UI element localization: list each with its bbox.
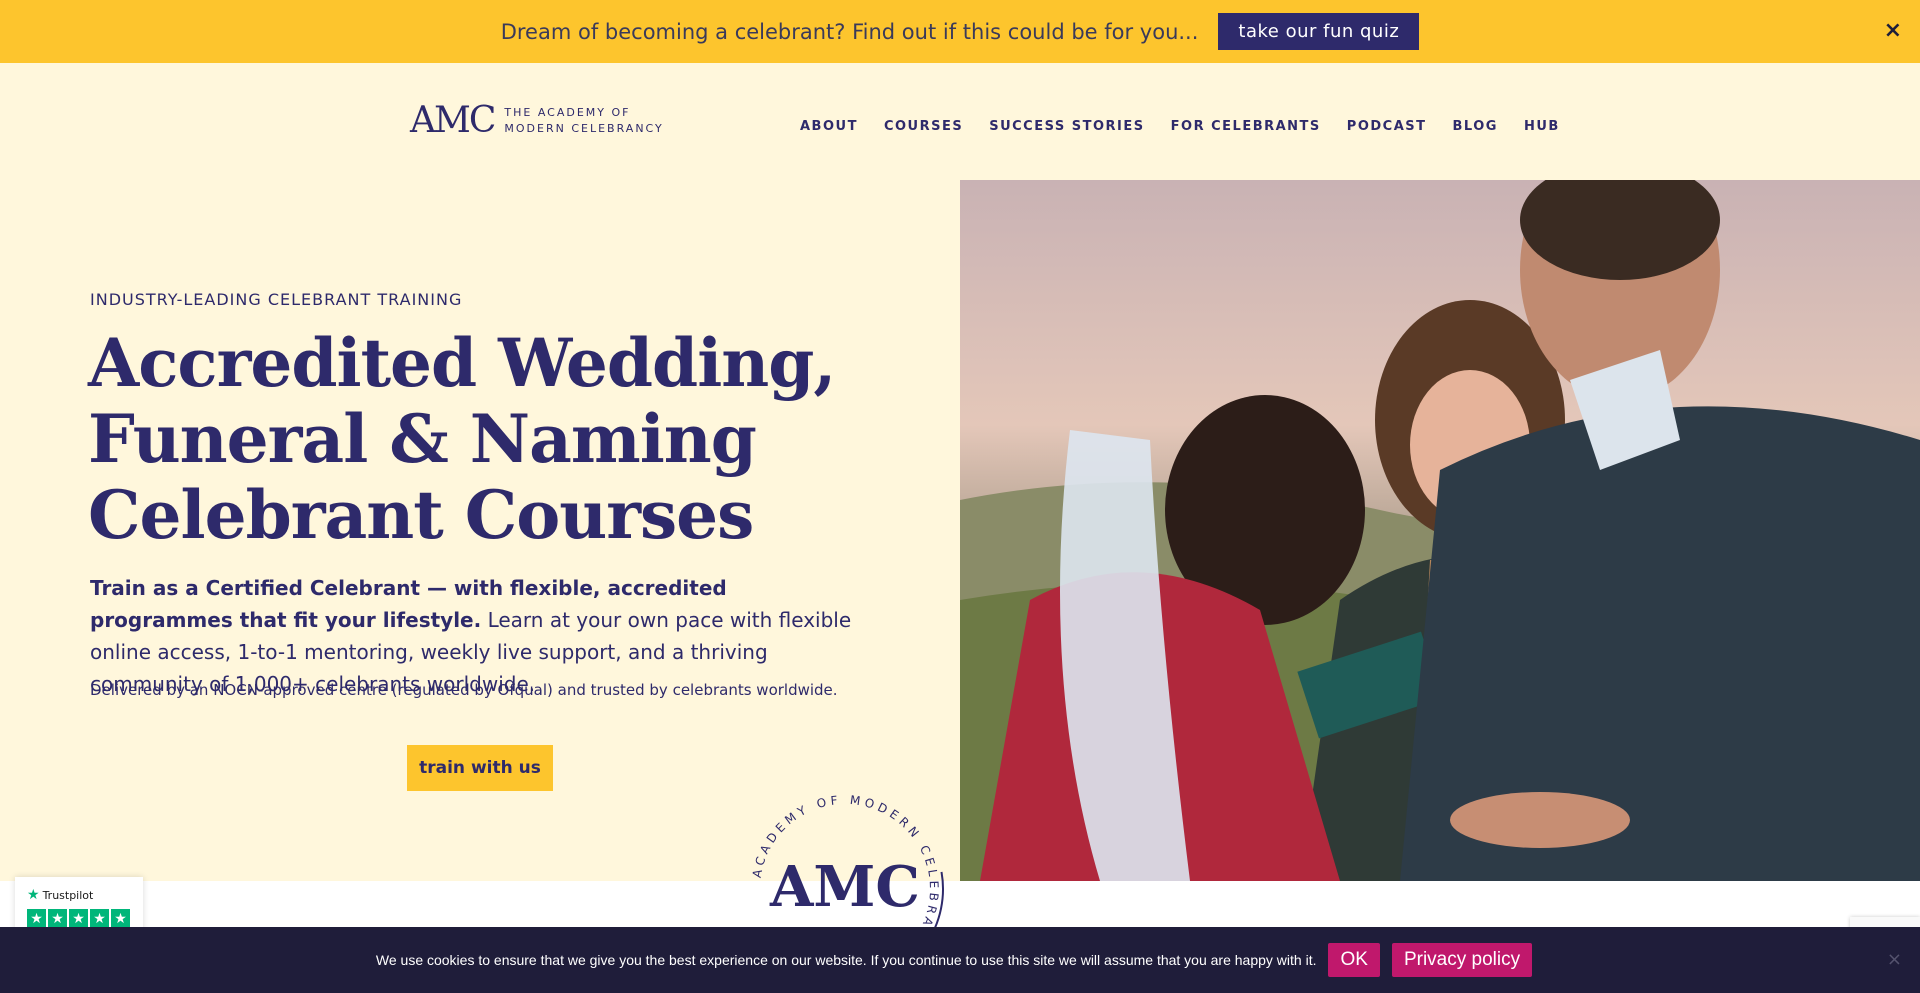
site-logo[interactable]: AMC THE ACADEMY OF MODERN CELEBRANCY <box>410 103 664 139</box>
hero-headline: Accredited Wedding, Funeral & Naming Cel… <box>88 325 888 553</box>
trustpilot-star-icon: ★ <box>27 887 40 903</box>
banner-text: Dream of becoming a celebrant? Find out … <box>500 19 1199 44</box>
nav-item-hub[interactable]: HUB <box>1524 119 1560 134</box>
hero-eyebrow: INDUSTRY-LEADING CELEBRANT TRAINING <box>90 290 463 309</box>
cookie-banner: We use cookies to ensure that we give yo… <box>0 927 1920 993</box>
cookie-text: We use cookies to ensure that we give yo… <box>375 952 1317 968</box>
star-icon: ★ <box>90 909 109 928</box>
nav-item-courses[interactable]: COURSES <box>884 119 963 134</box>
hero-photo <box>960 180 1920 881</box>
seal-mark: AMC <box>769 854 920 920</box>
nav-item-success-stories[interactable]: SUCCESS STORIES <box>989 119 1144 134</box>
trustpilot-rating: ★ ★ ★ ★ ★ <box>27 909 131 928</box>
star-icon: ★ <box>111 909 130 928</box>
star-icon: ★ <box>48 909 67 928</box>
promo-banner: Dream of becoming a celebrant? Find out … <box>0 0 1920 63</box>
headline-line-3: Celebrant Courses <box>88 476 754 554</box>
headline-line-2: Funeral & Naming <box>88 400 757 478</box>
star-icon: ★ <box>69 909 88 928</box>
logo-line-2: MODERN CELEBRANCY <box>504 122 664 135</box>
logo-wordmark: THE ACADEMY OF MODERN CELEBRANCY <box>504 105 663 137</box>
quiz-button[interactable]: take our fun quiz <box>1218 13 1420 50</box>
headline-line-1: Accredited Wedding, <box>88 324 836 402</box>
logo-line-1: THE ACADEMY OF <box>504 106 631 119</box>
close-icon[interactable]: × <box>1887 949 1902 970</box>
hero-accreditation-note: Delivered by an NOCN-approved centre (re… <box>90 681 838 699</box>
site-header: AMC THE ACADEMY OF MODERN CELEBRANCY ABO… <box>0 63 1920 180</box>
trustpilot-name: Trustpilot <box>42 888 94 902</box>
trustpilot-label: ★ Trustpilot <box>27 887 131 903</box>
nav-item-podcast[interactable]: PODCAST <box>1347 119 1427 134</box>
train-with-us-button[interactable]: train with us <box>407 745 553 791</box>
privacy-policy-button[interactable]: Privacy policy <box>1391 943 1533 977</box>
main-nav: ABOUT COURSES SUCCESS STORIES FOR CELEBR… <box>800 119 1586 134</box>
close-icon[interactable]: × <box>1884 18 1902 43</box>
logo-mark: AMC <box>410 100 496 141</box>
nav-item-for-celebrants[interactable]: FOR CELEBRANTS <box>1171 119 1321 134</box>
nav-item-blog[interactable]: BLOG <box>1453 119 1498 134</box>
cookie-ok-button[interactable]: OK <box>1328 943 1380 977</box>
ceremony-photo-illustration <box>960 180 1920 881</box>
star-icon: ★ <box>27 909 46 928</box>
nav-item-about[interactable]: ABOUT <box>800 119 858 134</box>
